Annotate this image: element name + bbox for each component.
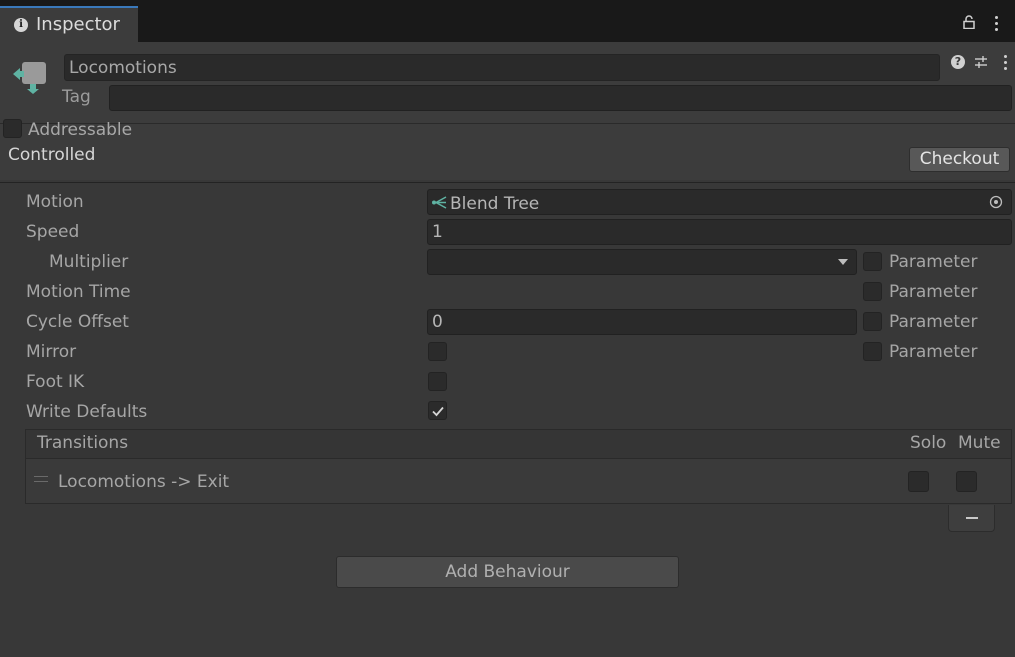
- multiplier-dropdown[interactable]: [427, 249, 857, 275]
- solo-column-label: Solo: [910, 433, 947, 453]
- header-divider: [0, 123, 1015, 124]
- foot-ik-checkbox[interactable]: [428, 372, 447, 391]
- mute-column-label: Mute: [958, 433, 1001, 453]
- checkmark-icon: [432, 406, 444, 417]
- mirror-checkbox[interactable]: [428, 342, 447, 361]
- mirror-parameter-checkbox[interactable]: [863, 342, 882, 361]
- multiplier-parameter-label: Parameter: [889, 252, 978, 272]
- animator-state-icon: [13, 62, 46, 94]
- info-icon: i: [14, 18, 28, 32]
- cycle-offset-input[interactable]: 0: [427, 309, 857, 335]
- lock-icon[interactable]: [963, 15, 975, 29]
- multiplier-parameter-checkbox[interactable]: [863, 252, 882, 271]
- tag-label: Tag: [62, 87, 91, 107]
- motion-value: Blend Tree: [450, 194, 540, 214]
- multiplier-label: Multiplier: [49, 252, 129, 272]
- addressable-label: Addressable: [28, 120, 133, 140]
- cycle-offset-parameter-checkbox[interactable]: [863, 312, 882, 331]
- motion-time-parameter-checkbox[interactable]: [863, 282, 882, 301]
- cycle-offset-parameter-label: Parameter: [889, 312, 978, 332]
- transitions-title: Transitions: [37, 433, 129, 453]
- transition-label: Locomotions -> Exit: [58, 472, 230, 492]
- window-tab-bar: [0, 0, 1015, 42]
- motion-label: Motion: [26, 192, 84, 212]
- help-icon[interactable]: ?: [951, 55, 965, 69]
- foot-ik-label: Foot IK: [26, 372, 85, 392]
- speed-label: Speed: [26, 222, 80, 242]
- transitions-header: [26, 430, 1011, 459]
- mirror-label: Mirror: [26, 342, 77, 362]
- checkout-button[interactable]: Checkout: [909, 147, 1010, 172]
- motion-time-parameter-label: Parameter: [889, 282, 978, 302]
- tab-menu-icon[interactable]: [995, 16, 999, 32]
- tag-input[interactable]: [109, 85, 1012, 111]
- speed-input[interactable]: 1: [427, 219, 1012, 245]
- addressable-checkbox[interactable]: [3, 119, 22, 138]
- preset-icon[interactable]: [973, 54, 989, 70]
- component-menu-icon[interactable]: [1004, 55, 1008, 71]
- transition-solo-checkbox[interactable]: [908, 471, 929, 492]
- cycle-offset-label: Cycle Offset: [26, 312, 129, 332]
- vcs-status-label: Controlled: [8, 145, 96, 165]
- add-behaviour-button[interactable]: Add Behaviour: [336, 556, 679, 588]
- remove-transition-button[interactable]: [948, 505, 995, 532]
- transition-mute-checkbox[interactable]: [956, 471, 977, 492]
- minus-icon: [966, 517, 978, 519]
- drag-handle-icon[interactable]: [34, 476, 48, 482]
- chevron-down-icon: [838, 259, 848, 265]
- tab-inspector-label: Inspector: [36, 14, 120, 35]
- object-picker-icon[interactable]: [989, 195, 1003, 209]
- state-name-input[interactable]: Locomotions: [64, 54, 940, 81]
- write-defaults-checkbox[interactable]: [428, 401, 447, 420]
- write-defaults-label: Write Defaults: [26, 402, 148, 422]
- mirror-parameter-label: Parameter: [889, 342, 978, 362]
- motion-time-label: Motion Time: [26, 282, 131, 302]
- header-bottom-divider: [0, 182, 1015, 183]
